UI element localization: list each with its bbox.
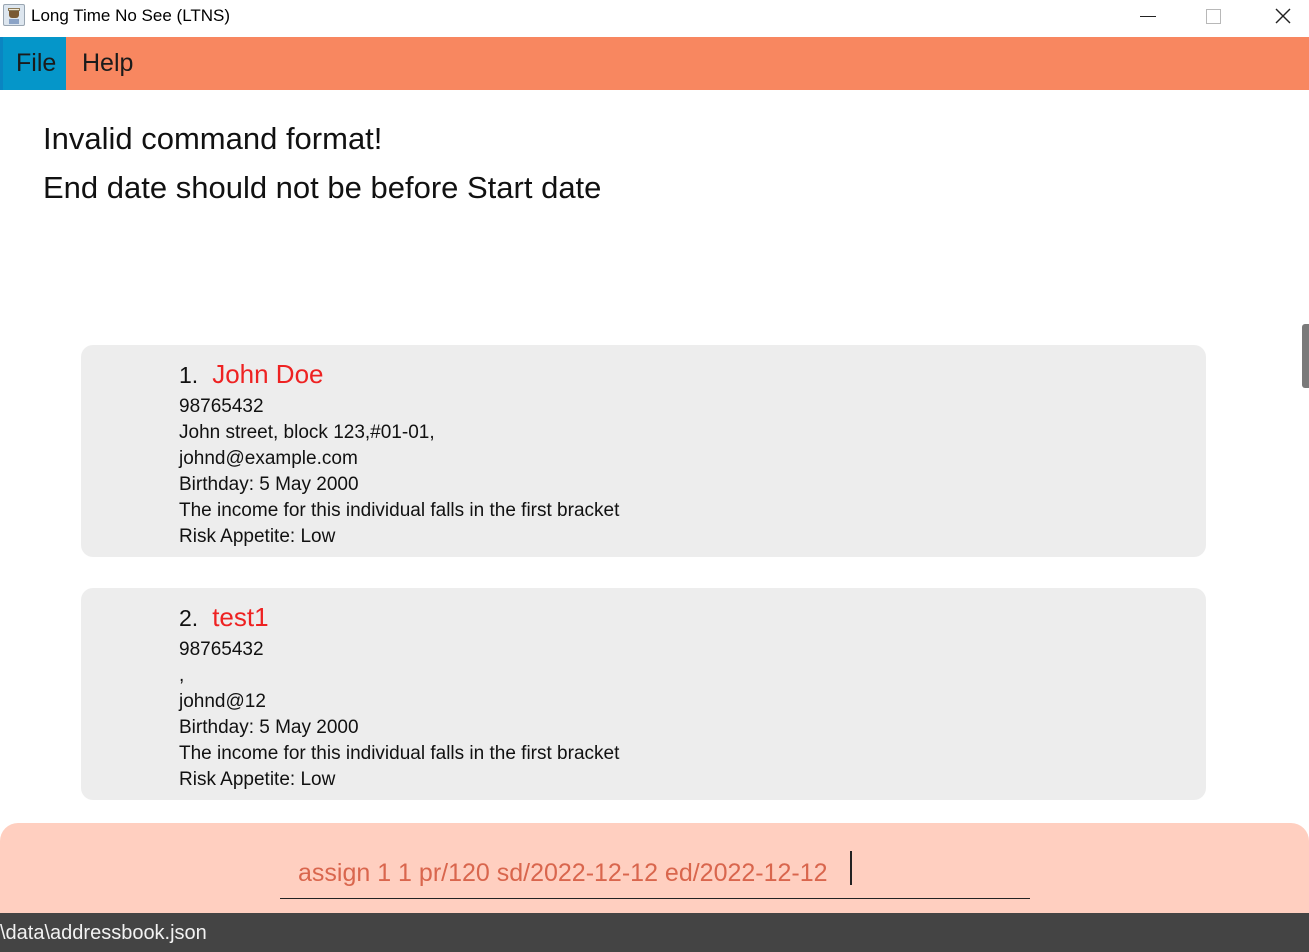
person-name: John Doe [212, 359, 324, 389]
maximize-icon [1205, 8, 1221, 24]
menu-bar: File Help [0, 37, 1309, 90]
minimize-button[interactable] [1125, 0, 1171, 32]
person-card-header: 1. John Doe [179, 359, 324, 390]
person-address: John street, block 123,#01-01, [179, 422, 435, 443]
person-index: 1. [179, 362, 199, 388]
person-card-header: 2. test1 [179, 602, 269, 633]
person-risk: Risk Appetite: Low [179, 769, 336, 790]
command-input[interactable] [280, 849, 1030, 899]
scrollbar-thumb[interactable] [1302, 324, 1309, 388]
maximize-button[interactable] [1190, 0, 1236, 32]
person-details: 98765432 John street, block 123,#01-01, … [179, 394, 619, 550]
person-income: The income for this individual falls in … [179, 743, 620, 764]
person-phone: 98765432 [179, 396, 264, 417]
result-display: Invalid command format! End date should … [43, 114, 1243, 212]
minimize-icon [1140, 15, 1156, 17]
command-box [0, 823, 1309, 913]
person-risk: Risk Appetite: Low [179, 526, 336, 547]
menu-help[interactable]: Help [69, 37, 146, 90]
text-caret [850, 851, 852, 885]
person-income: The income for this individual falls in … [179, 500, 620, 521]
person-phone: 98765432 [179, 639, 264, 660]
app-window: Long Time No See (LTNS) File Help Invali… [0, 0, 1309, 952]
person-name: test1 [212, 602, 269, 632]
result-line: End date should not be before Start date [43, 170, 602, 205]
close-button[interactable] [1260, 0, 1306, 32]
person-index: 2. [179, 605, 199, 631]
person-details: 98765432 , johnd@12 Birthday: 5 May 2000… [179, 637, 619, 793]
data-file-path: \data\addressbook.json [0, 922, 207, 944]
person-address: , [179, 665, 185, 686]
person-card[interactable]: 2. test1 98765432 , johnd@12 Birthday: 5… [81, 588, 1206, 800]
person-email: johnd@12 [179, 691, 266, 712]
status-bar: \data\addressbook.json [0, 913, 1309, 952]
close-icon [1275, 8, 1291, 24]
person-birthday: Birthday: 5 May 2000 [179, 474, 359, 495]
menu-file[interactable]: File [3, 37, 66, 90]
result-line: Invalid command format! [43, 121, 383, 156]
person-birthday: Birthday: 5 May 2000 [179, 717, 359, 738]
window-title: Long Time No See (LTNS) [31, 6, 231, 25]
person-card[interactable]: 1. John Doe 98765432 John street, block … [81, 345, 1206, 557]
person-email: johnd@example.com [179, 448, 358, 469]
title-bar[interactable]: Long Time No See (LTNS) [0, 0, 1309, 37]
app-icon [3, 4, 25, 26]
